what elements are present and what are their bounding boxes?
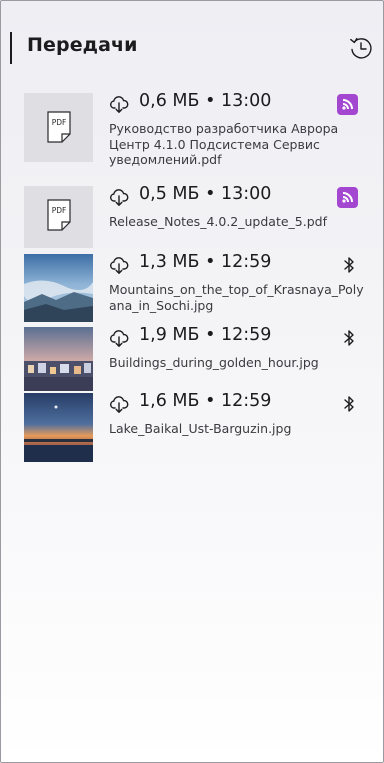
pdf-thumbnail: PDF — [24, 186, 93, 248]
cloud-download-icon — [109, 255, 129, 275]
transfer-meta: 1,6 МБ • 12:59 — [109, 391, 364, 417]
page-title: Передачи — [27, 34, 138, 56]
photo-thumbnail — [24, 327, 93, 391]
transfer-item[interactable]: 1,6 МБ • 12:59 Lake_Baikal_Ust-Barguzin.… — [24, 391, 364, 463]
file-name: Руководство разработчика Аврора Центр 4.… — [109, 121, 339, 167]
cloud-download-icon — [109, 187, 129, 207]
file-name: Buildings_during_golden_hour.jpg — [109, 355, 319, 370]
pdf-thumbnail: PDF — [24, 93, 93, 162]
transfer-size: 0,6 МБ — [139, 91, 200, 111]
pdf-label: PDF — [52, 206, 67, 215]
aurora-badge-icon — [337, 187, 358, 208]
file-name: Lake_Baikal_Ust-Barguzin.jpg — [109, 421, 292, 436]
transfer-meta: 1,9 МБ • 12:59 — [109, 325, 364, 351]
transfer-size: 1,3 МБ — [139, 252, 200, 272]
history-icon[interactable] — [346, 33, 376, 63]
bluetooth-icon — [341, 328, 357, 348]
header: Передачи — [0, 0, 384, 92]
transfer-time: 12:59 — [220, 252, 272, 272]
cloud-download-icon — [109, 394, 129, 414]
transfer-time: 13:00 — [220, 91, 272, 111]
transfer-meta: 0,5 МБ • 13:00 — [109, 184, 364, 210]
file-name: Mountains_on_the_top_of_Krasnaya_Polyana… — [109, 282, 364, 313]
header-accent-bar — [10, 32, 12, 64]
transfer-item[interactable]: PDF 0,6 МБ • 13:00 Руководство разработч… — [24, 91, 364, 183]
transfer-item[interactable]: PDF 0,5 МБ • 13:00 Release_Notes_4.0.2_u… — [24, 184, 364, 252]
cloud-download-icon — [109, 94, 129, 114]
transfer-time: 13:00 — [220, 184, 272, 204]
transfer-meta: 1,3 МБ • 12:59 — [109, 252, 364, 278]
cloud-download-icon — [109, 328, 129, 348]
aurora-badge-icon — [337, 94, 358, 115]
photo-thumbnail — [24, 393, 93, 462]
transfer-size: 1,6 МБ — [139, 391, 200, 411]
transfer-size: 0,5 МБ — [139, 184, 200, 204]
transfer-item[interactable]: 1,3 МБ • 12:59 Mountains_on_the_top_of_K… — [24, 252, 364, 324]
transfer-meta: 0,6 МБ • 13:00 — [109, 91, 364, 117]
pdf-label: PDF — [52, 118, 67, 127]
bluetooth-icon — [341, 394, 357, 414]
bluetooth-icon — [341, 255, 357, 275]
photo-thumbnail — [24, 254, 93, 322]
file-name: Release_Notes_4.0.2_update_5.pdf — [109, 214, 327, 229]
transfer-item[interactable]: 1,9 МБ • 12:59 Buildings_during_golden_h… — [24, 325, 364, 393]
transfer-time: 12:59 — [220, 391, 272, 411]
transfer-time: 12:59 — [220, 325, 272, 345]
transfer-size: 1,9 МБ — [139, 325, 200, 345]
